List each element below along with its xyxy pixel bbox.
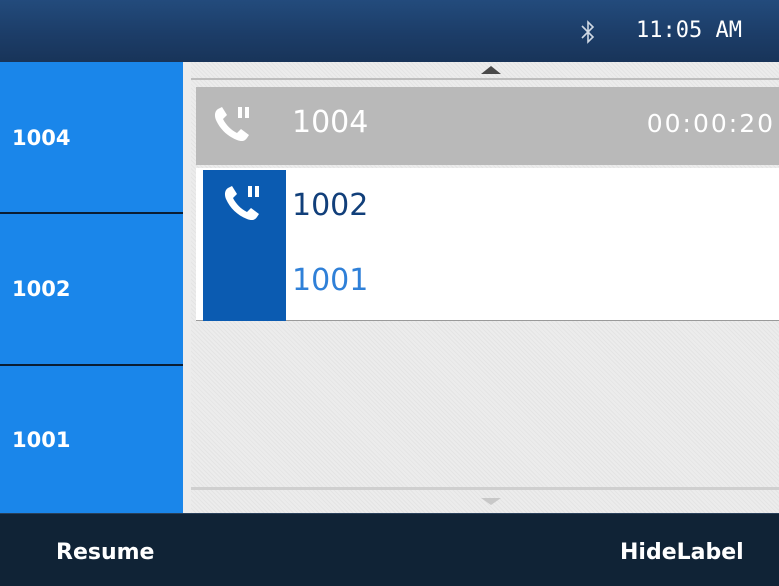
phone-icon: [224, 186, 259, 221]
divider: [191, 487, 779, 490]
resume-button[interactable]: Resume: [56, 538, 154, 568]
divider: [191, 78, 779, 80]
line-key-1002[interactable]: 1002: [0, 214, 183, 364]
line-key-label: 1002: [12, 277, 71, 301]
hide-label-button[interactable]: HideLabel: [620, 538, 744, 568]
line-key-label: 1001: [12, 427, 71, 452]
phone-icon: [214, 107, 249, 142]
held-call-row[interactable]: 1004 00:00:20: [196, 87, 779, 165]
call-list: 1004 00:00:20 1002 1001: [191, 62, 779, 513]
bluetooth-icon: [581, 20, 595, 44]
status-bar: 11:05 AM: [0, 0, 779, 62]
scroll-down-arrow-icon[interactable]: [481, 498, 501, 505]
call-duration: 00:00:20: [646, 109, 775, 138]
scroll-up-arrow-icon[interactable]: [481, 66, 501, 74]
line-key-1004[interactable]: 1004: [0, 62, 183, 212]
softkey-bar: Resume HideLabel: [0, 513, 779, 586]
clock: 11:05 AM: [636, 18, 742, 43]
line-key-label: 1004: [12, 126, 71, 150]
active-conference-card[interactable]: 1002 1001: [196, 168, 779, 321]
held-call-number: 1004: [292, 105, 369, 140]
call-list-panel: 1004 00:00:20 1002 1001: [183, 62, 779, 513]
conference-party-2: 1001: [292, 263, 369, 298]
line-keys: 1004 1002 1001: [0, 62, 183, 513]
line-key-1001[interactable]: 1001: [0, 366, 183, 513]
conference-party-1: 1002: [292, 188, 369, 223]
conference-icon-block: [203, 170, 286, 321]
